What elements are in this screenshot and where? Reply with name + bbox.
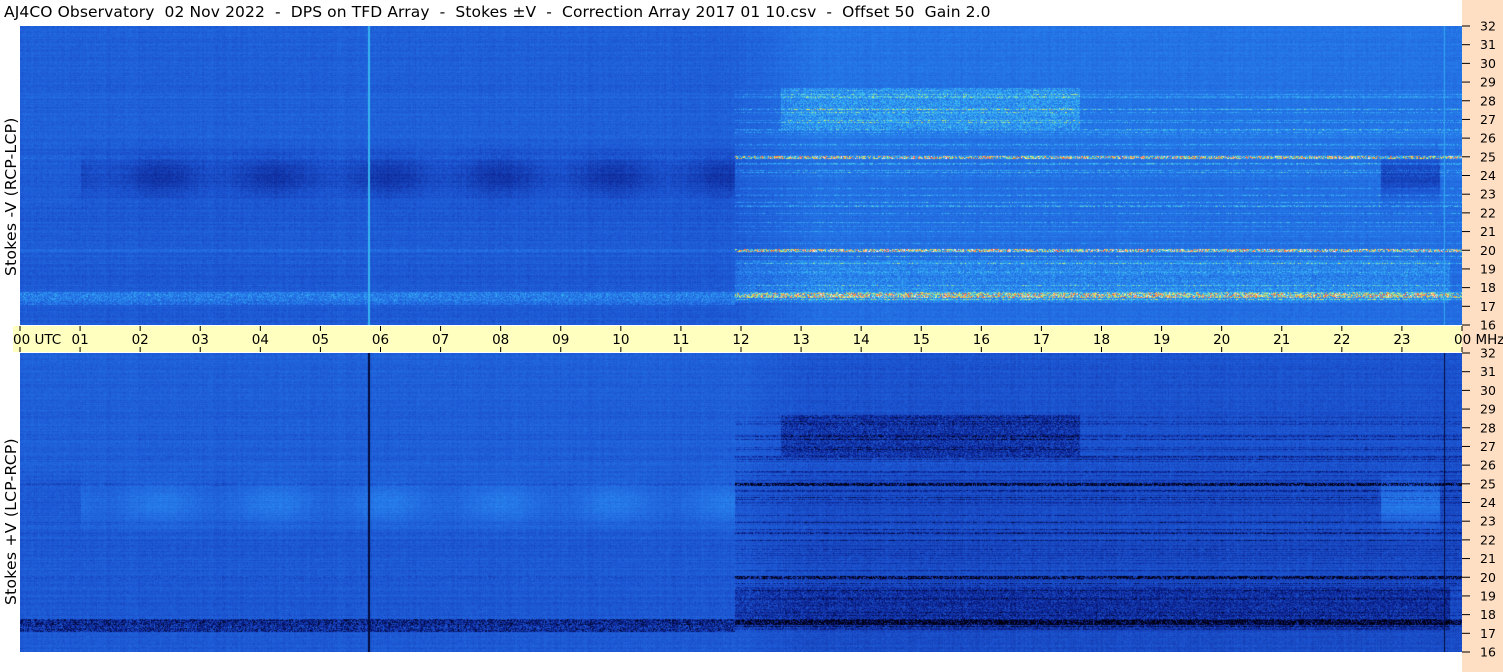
freq-top-tick-label-32: 32 xyxy=(1480,19,1496,34)
freq-top-tick-label-23: 23 xyxy=(1480,187,1496,202)
freq-top-tick-label-31: 31 xyxy=(1480,37,1496,52)
time-tick-label-10: 10 xyxy=(612,332,629,348)
time-tick-label-17: 17 xyxy=(1033,332,1050,348)
time-tick-label-12: 12 xyxy=(732,332,749,348)
time-tick-label-19: 19 xyxy=(1153,332,1170,348)
time-tick-label-21: 21 xyxy=(1273,332,1290,348)
freq-top-tick-label-19: 19 xyxy=(1480,261,1496,276)
freq-bot-tick-label-17: 17 xyxy=(1480,626,1496,641)
freq-top-tick-label-27: 27 xyxy=(1480,112,1496,127)
freq-top-tick-label-25: 25 xyxy=(1480,149,1496,164)
freq-top-tick-label-26: 26 xyxy=(1480,131,1496,146)
time-tick-label-18: 18 xyxy=(1093,332,1110,348)
freq-bot-tick-label-31: 31 xyxy=(1480,364,1496,379)
time-tick-label-1: 01 xyxy=(71,332,88,348)
time-tick-label-11: 11 xyxy=(672,332,689,348)
freq-bot-tick-label-21: 21 xyxy=(1480,551,1496,566)
freq-bot-tick-label-28: 28 xyxy=(1480,420,1496,435)
freq-bot-tick-label-26: 26 xyxy=(1480,458,1496,473)
time-tick-label-14: 14 xyxy=(853,332,870,348)
frequency-ticks-top: 32 31 30 29 28 27 26 25 24 23 22 21 20 19 18 17 16 xyxy=(1462,19,1496,333)
axes-overlay: 32 31 30 29 28 27 26 25 24 23 22 21 20 19 18 17 16 32 31 3… xyxy=(13,19,1503,660)
time-tick-label-15: 15 xyxy=(913,332,930,348)
freq-top-tick-label-17: 17 xyxy=(1480,299,1496,314)
freq-top-tick-label-18: 18 xyxy=(1480,280,1496,295)
time-tick-label-23: 23 xyxy=(1393,332,1410,348)
time-tick-label-2: 02 xyxy=(132,332,149,348)
freq-bot-tick-label-22: 22 xyxy=(1480,532,1496,547)
freq-top-tick-label-21: 21 xyxy=(1480,224,1496,239)
time-tick-label-3: 03 xyxy=(192,332,209,348)
time-tick-label-9: 09 xyxy=(552,332,569,348)
time-tick-label-0: 00 UTC xyxy=(13,332,61,348)
freq-bot-tick-label-30: 30 xyxy=(1480,383,1496,398)
freq-top-tick-label-30: 30 xyxy=(1480,56,1496,71)
freq-bot-tick-label-23: 23 xyxy=(1480,514,1496,529)
time-tick-label-24: 00 MHz xyxy=(1454,332,1503,348)
freq-bot-tick-label-25: 25 xyxy=(1480,476,1496,491)
time-tick-label-6: 06 xyxy=(372,332,389,348)
freq-top-tick-label-28: 28 xyxy=(1480,93,1496,108)
freq-top-tick-label-20: 20 xyxy=(1480,243,1496,258)
freq-top-tick-label-22: 22 xyxy=(1480,205,1496,220)
freq-top-tick-label-24: 24 xyxy=(1480,168,1496,183)
time-tick-label-20: 20 xyxy=(1213,332,1230,348)
time-tick-label-8: 08 xyxy=(492,332,509,348)
time-tick-label-22: 22 xyxy=(1333,332,1350,348)
freq-bot-tick-label-19: 19 xyxy=(1480,588,1496,603)
time-tick-label-4: 04 xyxy=(252,332,269,348)
frequency-ticks-bottom: 3231302928272625242322212019181716 xyxy=(1462,346,1496,660)
freq-bot-tick-label-27: 27 xyxy=(1480,439,1496,454)
time-tick-label-13: 13 xyxy=(792,332,809,348)
freq-top-tick-label-16: 16 xyxy=(1480,318,1496,333)
freq-bot-tick-label-18: 18 xyxy=(1480,607,1496,622)
time-ticks: 00 UTC 01 02 03 04 05 06 07 08 09 10 11 12 13 14 15 16 17… xyxy=(13,326,1503,352)
freq-bot-tick-label-16: 16 xyxy=(1480,645,1496,660)
freq-bot-tick-label-20: 20 xyxy=(1480,570,1496,585)
freq-top-tick-label-29: 29 xyxy=(1480,75,1496,90)
freq-bot-tick-label-24: 24 xyxy=(1480,495,1496,510)
time-tick-label-5: 05 xyxy=(312,332,329,348)
time-tick-label-16: 16 xyxy=(973,332,990,348)
time-tick-label-7: 07 xyxy=(432,332,449,348)
freq-bot-tick-label-29: 29 xyxy=(1480,402,1496,417)
